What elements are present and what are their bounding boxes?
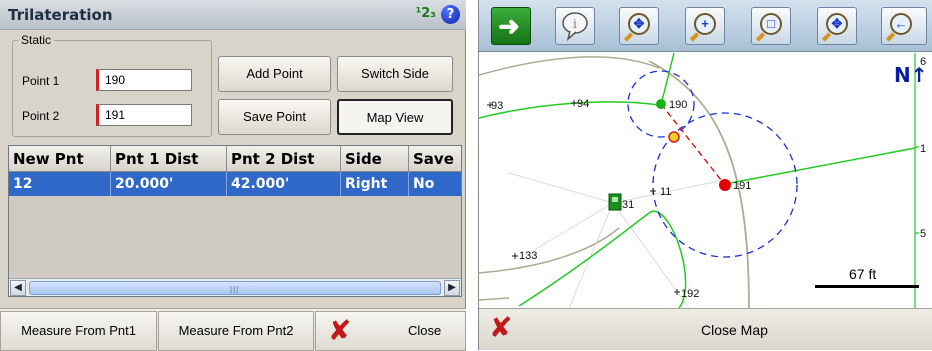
- svg-text:i: i: [573, 17, 577, 31]
- bottom-toolbar: Measure From Pnt1 Measure From Pnt2 ✘ Cl…: [0, 308, 466, 351]
- point-190[interactable]: [656, 99, 666, 109]
- pan-button[interactable]: ✥: [817, 7, 857, 45]
- info-button[interactable]: i: [555, 7, 595, 45]
- close-map-button[interactable]: Close Map: [701, 322, 768, 338]
- scroll-thumb[interactable]: |||: [29, 281, 441, 295]
- cell-new-pnt: 12: [9, 172, 111, 196]
- zoom-previous-icon: ←: [890, 13, 912, 35]
- zoom-in-button[interactable]: +: [685, 7, 725, 45]
- zoom-window-icon: □: [760, 13, 782, 35]
- baseline-dashed: [660, 103, 726, 186]
- label-11: 11: [660, 186, 671, 198]
- label-93: 93: [491, 100, 503, 112]
- point-crosses: [487, 100, 680, 295]
- point1-field[interactable]: 190: [96, 69, 192, 91]
- cell-side: Right: [341, 172, 409, 196]
- page-title: Trilateration: [8, 6, 113, 24]
- switch-side-button[interactable]: Switch Side: [337, 56, 453, 92]
- measure-from-pnt1-button[interactable]: Measure From Pnt1: [0, 311, 157, 351]
- label-192: 192: [681, 288, 699, 300]
- horizontal-scrollbar[interactable]: ◀ ||| ▶: [9, 278, 461, 296]
- zoom-previous-button[interactable]: ←: [881, 7, 927, 45]
- close-x-icon: ✘: [328, 314, 352, 347]
- results-table: New Pnt Pnt 1 Dist Pnt 2 Dist Side Save …: [8, 145, 462, 297]
- grip-icon: |||: [230, 285, 240, 294]
- scale-bar: [815, 285, 919, 288]
- edge-label-1: 1: [920, 143, 926, 155]
- exit-arrow-icon: ➜: [498, 11, 520, 41]
- close-label: Close: [408, 323, 442, 338]
- linework-line: [478, 101, 660, 119]
- point2-field[interactable]: 191: [96, 104, 192, 126]
- boundary-line: [478, 227, 620, 274]
- label-94: 94: [577, 98, 589, 110]
- north-label: N: [894, 63, 911, 87]
- measure-from-pnt2-button[interactable]: Measure From Pnt2: [158, 311, 314, 351]
- point2-label: Point 2: [22, 109, 60, 123]
- table-header: New Pnt Pnt 1 Dist Pnt 2 Dist Side Save: [9, 146, 461, 172]
- static-group-label: Static: [18, 33, 55, 47]
- scroll-right-icon[interactable]: ▶: [444, 280, 460, 296]
- scroll-left-icon[interactable]: ◀: [10, 280, 26, 296]
- column-header-new-pnt[interactable]: New Pnt: [9, 146, 111, 172]
- column-header-pnt2-dist[interactable]: Pnt 2 Dist: [227, 146, 341, 172]
- north-arrow-icon: N↑: [894, 63, 928, 87]
- zoom-in-icon: +: [694, 13, 716, 35]
- point-12-new[interactable]: [668, 131, 680, 143]
- boundary-line: [478, 297, 510, 301]
- column-header-side[interactable]: Side: [341, 146, 409, 172]
- cell-pnt1-dist: 20.000': [111, 172, 227, 196]
- zoom-window-button[interactable]: □: [751, 7, 791, 45]
- map-view-button[interactable]: Map View: [337, 99, 453, 135]
- point-191[interactable]: [719, 179, 731, 191]
- map-toolbar: ➜ i ✥ + □ ✥ ←: [479, 0, 932, 52]
- column-header-save[interactable]: Save: [409, 146, 461, 172]
- linework-line: [660, 52, 675, 106]
- numeric-input-icon[interactable]: ¹2₃: [416, 6, 436, 21]
- cell-save: No: [413, 176, 435, 192]
- edge-label-5: 5: [920, 228, 926, 240]
- label-31: 31: [622, 199, 634, 211]
- table-row[interactable]: 12 20.000' 42.000' Right No: [9, 172, 461, 196]
- title-bar: Trilateration ¹2₃ ?: [0, 0, 466, 30]
- instrument-icon[interactable]: [608, 193, 622, 211]
- point1-label: Point 1: [22, 74, 60, 88]
- help-icon[interactable]: ?: [441, 5, 460, 24]
- column-header-pnt1-dist[interactable]: Pnt 1 Dist: [111, 146, 227, 172]
- label-191: 191: [733, 180, 751, 192]
- trilateration-panel: Trilateration ¹2₃ ? Static Point 1 190 P…: [0, 0, 466, 351]
- save-point-button[interactable]: Save Point: [218, 99, 331, 135]
- map-canvas[interactable]: 93 94 190 191 11 31 133 192 6 1 5 N↑ 67 …: [478, 52, 932, 309]
- pan-icon: ✥: [826, 13, 848, 35]
- exit-map-button[interactable]: ➜: [491, 7, 531, 45]
- label-133: 133: [519, 250, 537, 262]
- cell-pnt2-dist: 42.000': [227, 172, 341, 196]
- info-balloon-icon: i: [562, 12, 588, 42]
- linework-line: [724, 147, 916, 185]
- label-190: 190: [669, 99, 687, 111]
- close-map-x-icon[interactable]: ✘: [489, 311, 512, 344]
- zoom-extents-icon: ✥: [628, 13, 650, 35]
- scale-label: 67 ft: [849, 266, 877, 282]
- close-button[interactable]: ✘ Close: [315, 311, 466, 351]
- map-bottom-toolbar: ✘ Close Map: [479, 308, 932, 350]
- add-point-button[interactable]: Add Point: [218, 56, 331, 92]
- boundary-line: [478, 56, 660, 76]
- linework-line: [518, 210, 687, 309]
- map-view-panel: ➜ i ✥ + □ ✥ ← 93 94 190 191 11 31 133 19…: [478, 0, 932, 350]
- zoom-extents-button[interactable]: ✥: [619, 7, 659, 45]
